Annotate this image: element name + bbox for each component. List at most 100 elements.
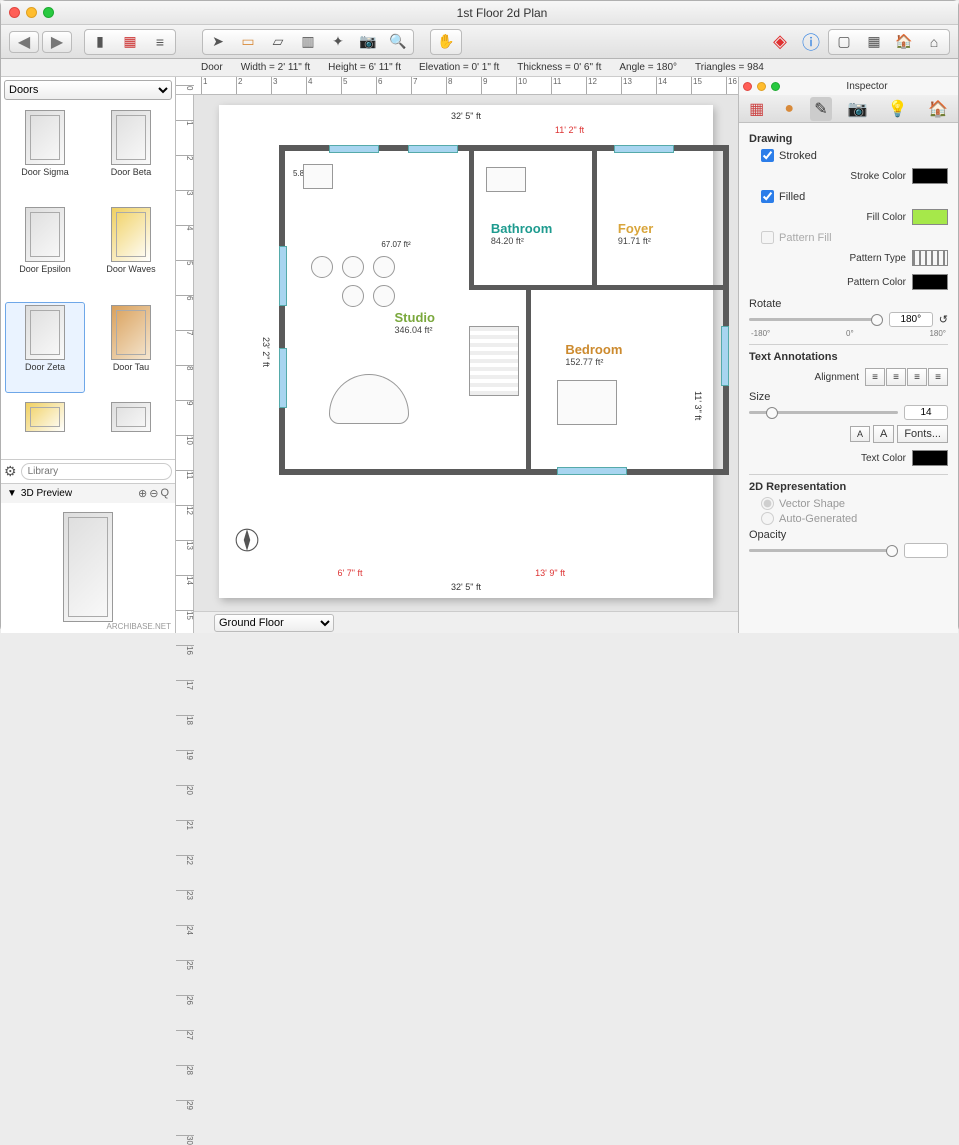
library-search-input[interactable]: [21, 463, 172, 480]
info-triangles: Triangles = 984: [695, 62, 764, 73]
library-item[interactable]: [91, 399, 171, 455]
library-item[interactable]: Door Epsilon: [5, 204, 85, 295]
compass-icon: [234, 527, 260, 553]
floor-tool[interactable]: ▥: [294, 31, 322, 53]
dimension-label: 11' 2" ft: [555, 125, 584, 135]
preview-title: 3D Preview: [21, 488, 72, 499]
room-label-studio: Studio346.04 ft²: [395, 310, 435, 335]
view-mode-group: ▮ ▦ ≡: [84, 29, 176, 55]
library-panel: Doors Door Sigma Door Beta Door Epsilon …: [1, 77, 176, 633]
filled-checkbox[interactable]: [761, 190, 774, 203]
zoom-in-icon[interactable]: ⊕: [138, 487, 147, 500]
ruler-vertical: 0123456789101112131415161718192021222324…: [176, 95, 194, 633]
stroked-checkbox[interactable]: [761, 149, 774, 162]
dimension-label: 32' 5" ft: [451, 111, 481, 121]
zoom-tool[interactable]: 🔍: [384, 31, 412, 53]
canvas[interactable]: 32' 5" ft 11' 2" ft 23' 2" ft 11' 3" ft …: [194, 95, 738, 633]
inspector-panel: Inspector ▦ ● ✎ 📷 💡 🏠 Drawing Stroked St…: [738, 77, 958, 633]
minimize-icon[interactable]: [757, 82, 766, 91]
window-title: 1st Floor 2d Plan: [54, 6, 950, 20]
pan-tool[interactable]: ✋: [432, 31, 460, 53]
zoom-out-icon[interactable]: ⊖: [149, 487, 158, 500]
view3d-button[interactable]: ⌂: [920, 31, 948, 53]
library-item[interactable]: Door Waves: [91, 204, 171, 295]
back-button[interactable]: ◀: [9, 31, 39, 53]
floor-select[interactable]: Ground Floor: [214, 614, 334, 632]
disclosure-icon[interactable]: ▼: [7, 488, 17, 499]
render-button[interactable]: ◈: [766, 31, 794, 53]
heading-drawing: Drawing: [749, 133, 948, 145]
library-item[interactable]: Door Beta: [91, 107, 171, 198]
tab-object[interactable]: ▦: [745, 97, 768, 121]
preview-3d[interactable]: ARCHIBASE.NET: [1, 503, 175, 633]
fontsize-slider[interactable]: [749, 411, 898, 414]
forward-button[interactable]: ▶: [42, 31, 72, 53]
fill-color-swatch[interactable]: [912, 209, 948, 225]
info-width: Width = 2' 11" ft: [241, 62, 310, 73]
font-larger-button[interactable]: A: [873, 425, 894, 443]
floor-plan[interactable]: 5.87 ft² 67.07 ft² Bathroom84.20 ft² Foy…: [279, 145, 729, 475]
fontsize-field[interactable]: [904, 405, 948, 420]
infobar: Door Width = 2' 11" ft Height = 6' 11" f…: [1, 59, 958, 77]
library-item[interactable]: [5, 399, 85, 455]
align-center-button[interactable]: ≡: [886, 368, 906, 386]
library-category-select[interactable]: Doors: [4, 80, 172, 100]
measure-tool[interactable]: ✦: [324, 31, 352, 53]
inspector-tabs: ▦ ● ✎ 📷 💡 🏠: [739, 95, 958, 123]
heading-2d-rep: 2D Representation: [749, 481, 948, 493]
font-smaller-button[interactable]: A: [850, 426, 870, 442]
opacity-field[interactable]: [904, 543, 948, 558]
select-tool[interactable]: ➤: [204, 31, 232, 53]
room-tool[interactable]: ▱: [264, 31, 292, 53]
stroke-color-swatch[interactable]: [912, 168, 948, 184]
tab-cameras[interactable]: 📷: [844, 97, 872, 121]
minimize-icon[interactable]: [26, 7, 37, 18]
text-color-swatch[interactable]: [912, 450, 948, 466]
gear-icon[interactable]: ⚙: [4, 463, 17, 480]
rotate-field[interactable]: [889, 312, 933, 327]
library-item[interactable]: Door Tau: [91, 302, 171, 393]
alignment-buttons: ≡ ≡ ≡ ≡: [865, 368, 948, 386]
furniture-button[interactable]: ▦: [116, 31, 144, 53]
library-item[interactable]: Door Zeta: [5, 302, 85, 393]
align-justify-button[interactable]: ≡: [928, 368, 948, 386]
traffic-lights[interactable]: [9, 7, 54, 18]
library-footer: ⚙: [1, 459, 175, 483]
info-elevation: Elevation = 0' 1" ft: [419, 62, 499, 73]
pattern-color-swatch[interactable]: [912, 274, 948, 290]
pattern-type-swatch[interactable]: [912, 250, 948, 266]
rotate-slider[interactable]: [749, 318, 883, 321]
preview-header[interactable]: ▼ 3D Preview ⊕ ⊖ Q: [1, 483, 175, 503]
zoom-icon[interactable]: [43, 7, 54, 18]
zoom-reset-icon[interactable]: Q: [160, 487, 169, 500]
tab-materials[interactable]: ●: [780, 98, 798, 120]
wall-tool[interactable]: ▭: [234, 31, 262, 53]
plan2d-button[interactable]: ▢: [830, 31, 858, 53]
vector-shape-radio: [761, 497, 774, 510]
info-height: Height = 6' 11" ft: [328, 62, 401, 73]
zoom-icon[interactable]: [771, 82, 780, 91]
info-button[interactable]: ⓘ: [797, 31, 825, 53]
floor-selector-bar: Ground Floor: [194, 611, 738, 633]
library-toggle-button[interactable]: ▮: [86, 31, 114, 53]
dimension-label: 23' 2" ft: [261, 337, 271, 367]
close-icon[interactable]: [9, 7, 20, 18]
opacity-slider[interactable]: [749, 549, 898, 552]
camera-tool[interactable]: 📷: [354, 31, 382, 53]
elevation-button[interactable]: 🏠: [890, 31, 918, 53]
align-right-button[interactable]: ≡: [907, 368, 927, 386]
list-button[interactable]: ≡: [146, 31, 174, 53]
tile-view-button[interactable]: ▦: [860, 31, 888, 53]
titlebar: 1st Floor 2d Plan: [1, 1, 958, 25]
tab-2d[interactable]: ✎: [810, 97, 831, 121]
library-item[interactable]: Door Sigma: [5, 107, 85, 198]
fonts-button[interactable]: Fonts...: [897, 425, 948, 443]
paper: 32' 5" ft 11' 2" ft 23' 2" ft 11' 3" ft …: [219, 105, 713, 598]
close-icon[interactable]: [743, 82, 752, 91]
rotate-reset-icon[interactable]: ↺: [939, 313, 948, 326]
dimension-label: 32' 5" ft: [451, 582, 481, 592]
tab-building[interactable]: 🏠: [924, 97, 952, 121]
align-left-button[interactable]: ≡: [865, 368, 885, 386]
room-label-foyer: Foyer91.71 ft²: [618, 221, 653, 246]
tab-lights[interactable]: 💡: [884, 97, 912, 121]
